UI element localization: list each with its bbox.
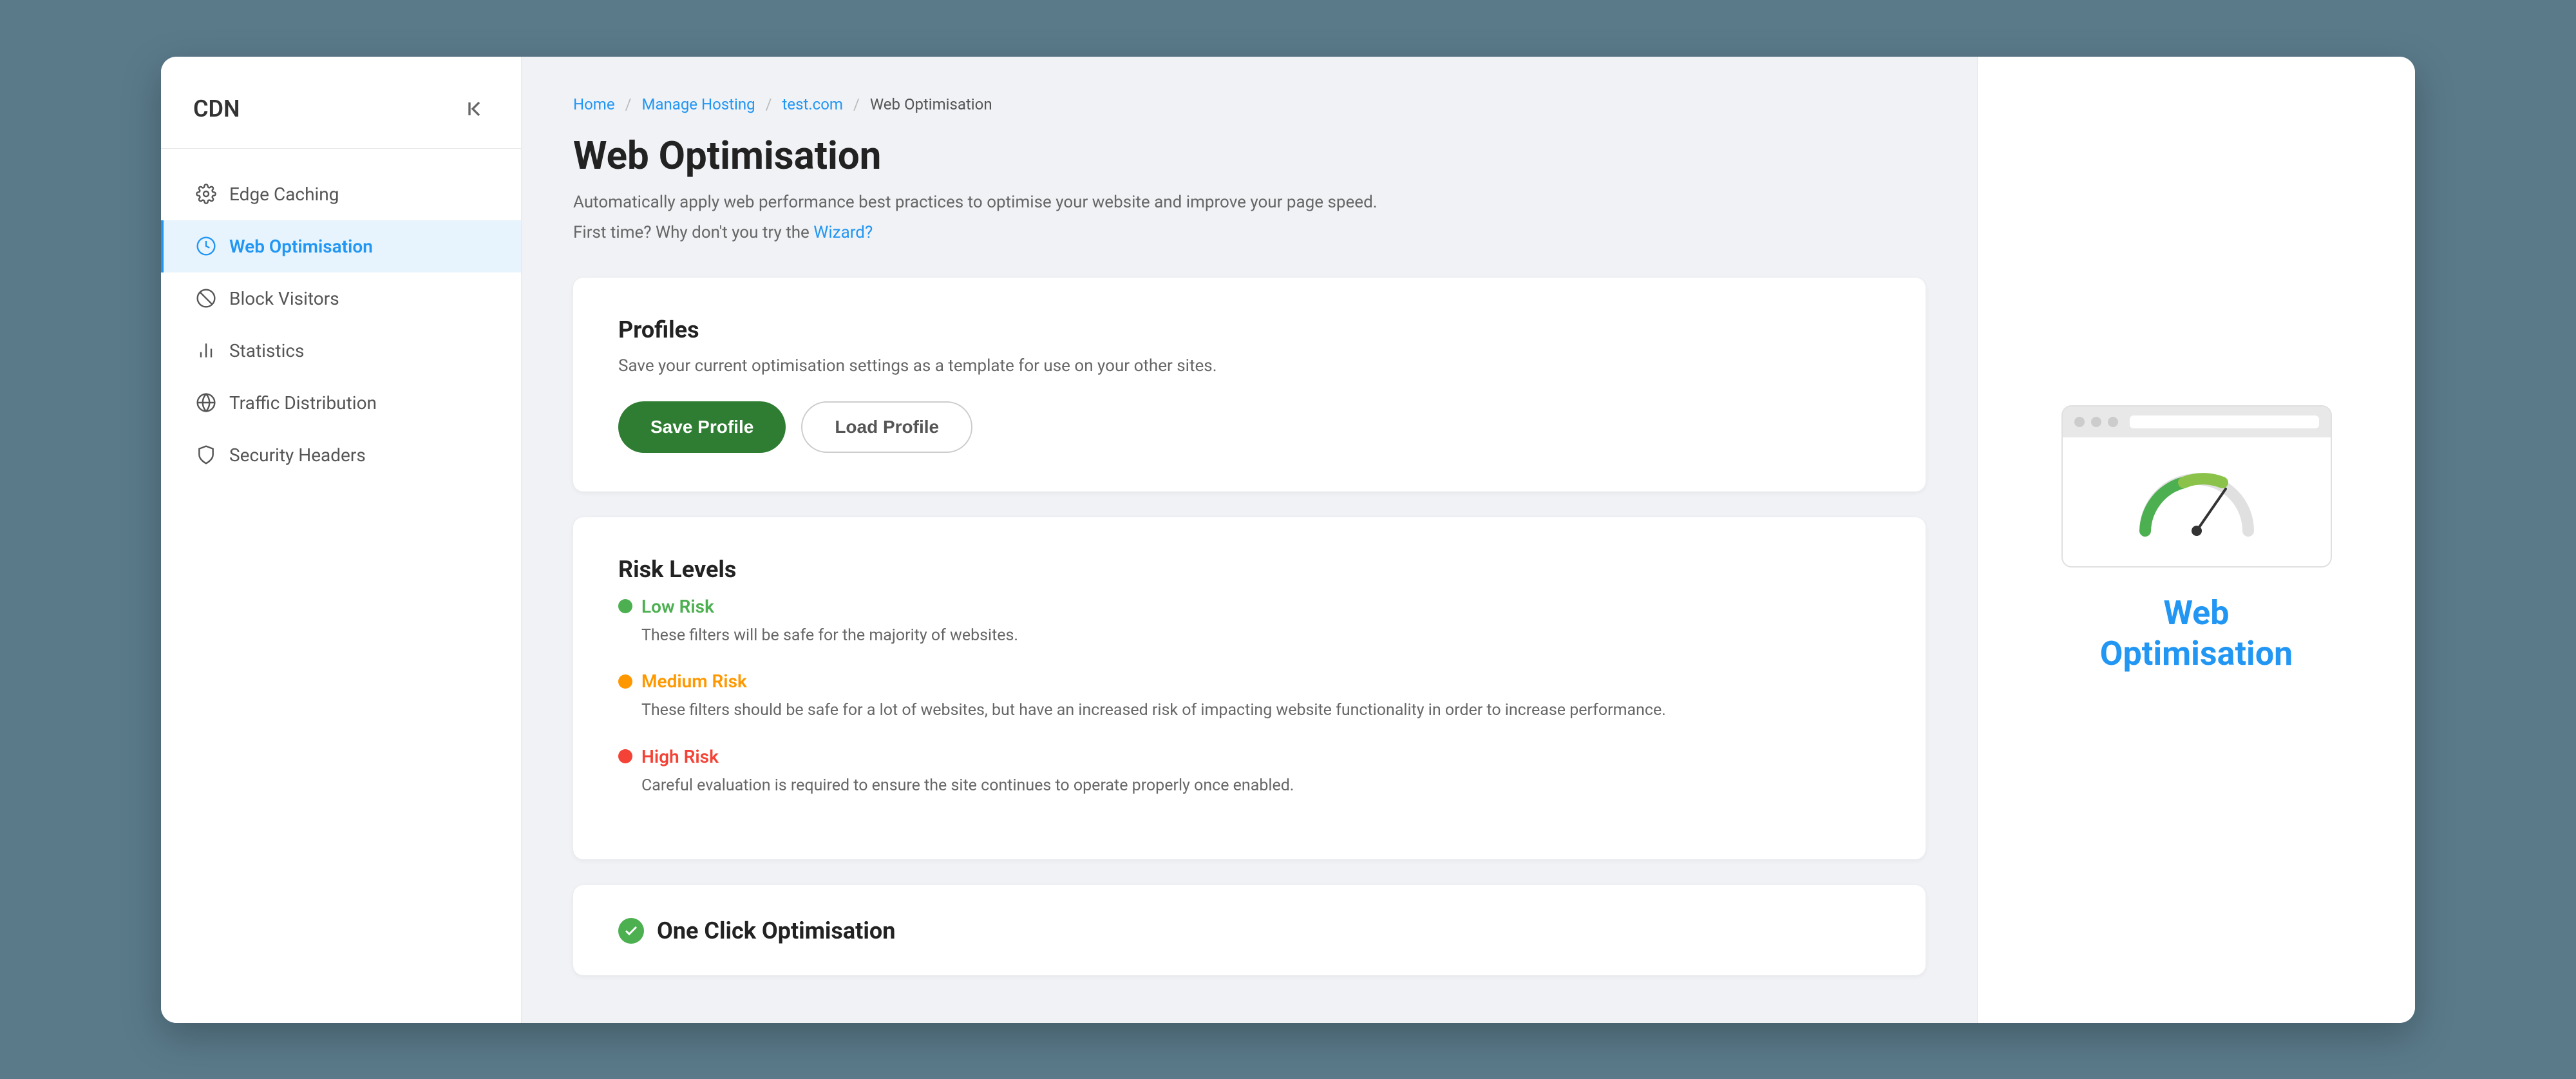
sidebar-item-traffic-distribution[interactable]: Traffic Distribution xyxy=(161,377,521,429)
sidebar-item-label: Web Optimisation xyxy=(229,236,373,257)
risk-dot-high xyxy=(618,749,632,763)
breadcrumb-current: Web Optimisation xyxy=(870,95,992,113)
risk-label-text-medium: Medium Risk xyxy=(641,671,747,692)
globe-icon xyxy=(196,392,216,413)
sidebar-item-label: Traffic Distribution xyxy=(229,392,377,414)
load-profile-button[interactable]: Load Profile xyxy=(801,401,972,453)
risk-item-low: Low Risk These filters will be safe for … xyxy=(618,596,1880,648)
sidebar-nav: Edge Caching Web Optimisation Block Visi… xyxy=(161,162,521,488)
risk-label-low: Low Risk xyxy=(618,596,1880,617)
sidebar-item-label: Statistics xyxy=(229,340,305,361)
browser-dot-2 xyxy=(2091,417,2101,427)
right-panel: Web Optimisation xyxy=(1977,57,2415,1023)
risk-desc-medium: These filters should be safe for a lot o… xyxy=(618,698,1880,723)
risk-item-high: High Risk Careful evaluation is required… xyxy=(618,746,1880,798)
chart-icon xyxy=(196,340,216,361)
risk-label-high: High Risk xyxy=(618,746,1880,767)
panel-title: Web Optimisation xyxy=(2100,593,2293,674)
risk-dot-low xyxy=(618,599,632,613)
one-click-card: One Click Optimisation xyxy=(573,885,1926,975)
check-icon xyxy=(623,923,639,939)
sidebar-item-web-optimisation[interactable]: Web Optimisation xyxy=(161,220,521,272)
risk-label-text-low: Low Risk xyxy=(641,596,714,617)
page-title: Web Optimisation xyxy=(573,133,1926,178)
sidebar: CDN Edge Caching We xyxy=(161,57,522,1023)
breadcrumb-sep-2: / xyxy=(766,95,772,113)
sidebar-header: CDN xyxy=(161,95,521,149)
wizard-link[interactable]: Wizard? xyxy=(813,223,873,242)
risk-item-medium: Medium Risk These filters should be safe… xyxy=(618,671,1880,723)
risk-label-medium: Medium Risk xyxy=(618,671,1880,692)
profiles-card: Profiles Save your current optimisation … xyxy=(573,278,1926,492)
page-description-line1: Automatically apply web performance best… xyxy=(573,190,1926,215)
risk-levels-title: Risk Levels xyxy=(618,556,1880,583)
browser-body xyxy=(2063,437,2331,566)
one-click-title: One Click Optimisation xyxy=(618,917,1880,944)
save-profile-button[interactable]: Save Profile xyxy=(618,401,786,453)
risk-levels-card: Risk Levels Low Risk These filters will … xyxy=(573,517,1926,860)
browser-dot-3 xyxy=(2108,417,2118,427)
risk-label-text-high: High Risk xyxy=(641,746,719,767)
one-click-check-icon xyxy=(618,918,644,944)
clock-icon xyxy=(196,236,216,256)
main-content: Home / Manage Hosting / test.com / Web O… xyxy=(522,57,1977,1023)
breadcrumb-test-com[interactable]: test.com xyxy=(782,95,843,113)
sidebar-item-label: Block Visitors xyxy=(229,288,339,309)
sidebar-item-edge-caching[interactable]: Edge Caching xyxy=(161,168,521,220)
sidebar-item-label: Edge Caching xyxy=(229,184,339,205)
browser-mock xyxy=(2061,405,2332,568)
block-icon xyxy=(196,288,216,309)
breadcrumb-sep-1: / xyxy=(625,95,632,113)
sidebar-item-security-headers[interactable]: Security Headers xyxy=(161,429,521,481)
browser-bar xyxy=(2063,406,2331,437)
risk-desc-low: These filters will be safe for the major… xyxy=(618,624,1880,648)
sidebar-item-label: Security Headers xyxy=(229,444,366,466)
profiles-card-desc: Save your current optimisation settings … xyxy=(618,356,1880,376)
main-card: CDN Edge Caching We xyxy=(161,57,2415,1023)
shield-icon xyxy=(196,444,216,465)
profiles-button-group: Save Profile Load Profile xyxy=(618,401,1880,453)
breadcrumb-sep-3: / xyxy=(853,95,860,113)
collapse-sidebar-button[interactable] xyxy=(463,96,489,122)
page-description-line2: First time? Why don't you try the Wizard… xyxy=(573,220,1926,245)
browser-url-bar xyxy=(2130,415,2319,428)
sidebar-item-statistics[interactable]: Statistics xyxy=(161,325,521,377)
speedometer-graphic xyxy=(2132,460,2261,544)
sidebar-item-block-visitors[interactable]: Block Visitors xyxy=(161,272,521,325)
breadcrumb-manage-hosting[interactable]: Manage Hosting xyxy=(642,95,755,113)
gear-icon xyxy=(196,184,216,204)
profiles-card-title: Profiles xyxy=(618,316,1880,343)
sidebar-title: CDN xyxy=(193,95,240,122)
risk-dot-medium xyxy=(618,674,632,689)
breadcrumb: Home / Manage Hosting / test.com / Web O… xyxy=(573,95,1926,113)
risk-desc-high: Careful evaluation is required to ensure… xyxy=(618,774,1880,798)
browser-dot-1 xyxy=(2074,417,2085,427)
breadcrumb-home[interactable]: Home xyxy=(573,95,615,113)
